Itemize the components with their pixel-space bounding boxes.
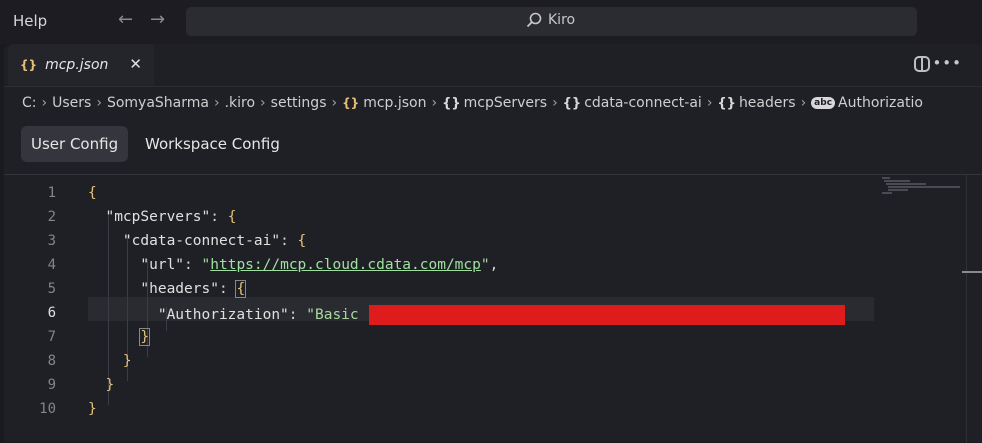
split-editor-icon[interactable] [914,56,930,72]
breadcrumb-somyasharma[interactable]: SomyaSharma [107,95,209,111]
json-file-icon: {} [20,58,38,72]
tab-label: mcp.json [45,57,109,73]
chevron-right-icon: › [706,95,713,111]
code-line: "headers": { [140,280,247,298]
code-line: "mcpServers": { [105,209,237,225]
chevron-right-icon: › [331,95,338,111]
line-number: 10 [39,401,56,417]
chevron-right-icon: › [800,95,807,111]
line-number: 4 [47,257,56,273]
breadcrumb-symbol-headers[interactable]: headers [739,95,796,111]
chevron-right-icon: › [213,95,220,111]
close-icon[interactable]: ✕ [129,55,142,73]
line-number: 2 [47,209,56,225]
user-config-button[interactable]: User Config [21,126,129,162]
code-editor[interactable]: 1 2 3 4 5 6 7 8 9 10 { "mcpServers": { "… [4,174,982,443]
code-line: } [122,353,132,369]
redacted-credential [369,305,846,325]
code-line: } [105,377,115,393]
breadcrumb: C: › Users › SomyaSharma › .kiro › setti… [22,92,923,114]
chevron-right-icon: › [96,95,102,111]
breadcrumb-symbol-authorization[interactable]: Authorizatio [838,95,923,111]
breadcrumb-file[interactable]: mcp.json [363,95,426,111]
tab-bar: {} mcp.json ✕ ••• [4,44,982,87]
breadcrumb-symbol-mcpservers[interactable]: mcpServers [464,95,547,111]
breadcrumb-users[interactable]: Users [52,95,91,111]
code-line: } [139,328,151,346]
chevron-right-icon: › [431,95,438,111]
workspace-config-button[interactable]: Workspace Config [135,126,290,162]
search-icon [526,12,542,28]
title-bar: Help ← → Kiro [0,0,982,44]
chevron-right-icon: › [552,95,558,111]
json-file-icon: {} [342,96,360,110]
line-number: 6 [47,305,56,321]
arrow-left-icon[interactable]: ← [118,9,133,30]
vertical-scrollbar[interactable] [966,175,981,443]
code-line: "url": "https://mcp.cloud.cdata.com/mcp"… [140,257,499,273]
editor-frame: {} mcp.json ✕ ••• C: › Users › SomyaShar… [4,44,982,443]
line-number: 3 [47,233,56,249]
object-icon: {} [717,95,736,111]
arrow-right-icon[interactable]: → [150,9,165,30]
object-icon: {} [442,95,461,111]
scrollbar-cursor-marker [962,271,982,273]
breadcrumb-drive[interactable]: C: [22,95,37,111]
menu-help[interactable]: Help [13,12,47,30]
breadcrumb-settings[interactable]: settings [271,95,327,111]
code-line: "Authorization": "Basic [88,305,846,325]
more-actions-icon[interactable]: ••• [932,54,962,72]
minimap[interactable] [878,177,966,197]
search-text: Kiro [548,12,576,28]
string-icon: abc [811,97,836,109]
tab-mcp-json[interactable]: {} mcp.json ✕ [8,44,154,86]
code-line: { [88,185,97,201]
line-number: 7 [47,329,56,345]
breadcrumb-symbol-cdata[interactable]: cdata-connect-ai [584,95,702,111]
chevron-right-icon: › [41,95,48,111]
line-number: 8 [47,353,56,369]
line-number: 9 [47,377,56,393]
object-icon: {} [562,95,582,111]
breadcrumb-kiro[interactable]: .kiro [225,95,255,111]
line-number: 1 [47,185,56,201]
chevron-right-icon: › [260,95,266,111]
command-center-search[interactable]: Kiro [186,7,917,36]
url-link[interactable]: https://mcp.cloud.cdata.com/mcp [210,257,481,273]
code-line: } [88,401,97,417]
line-number: 5 [47,281,56,297]
code-line: "cdata-connect-ai": { [122,233,307,249]
